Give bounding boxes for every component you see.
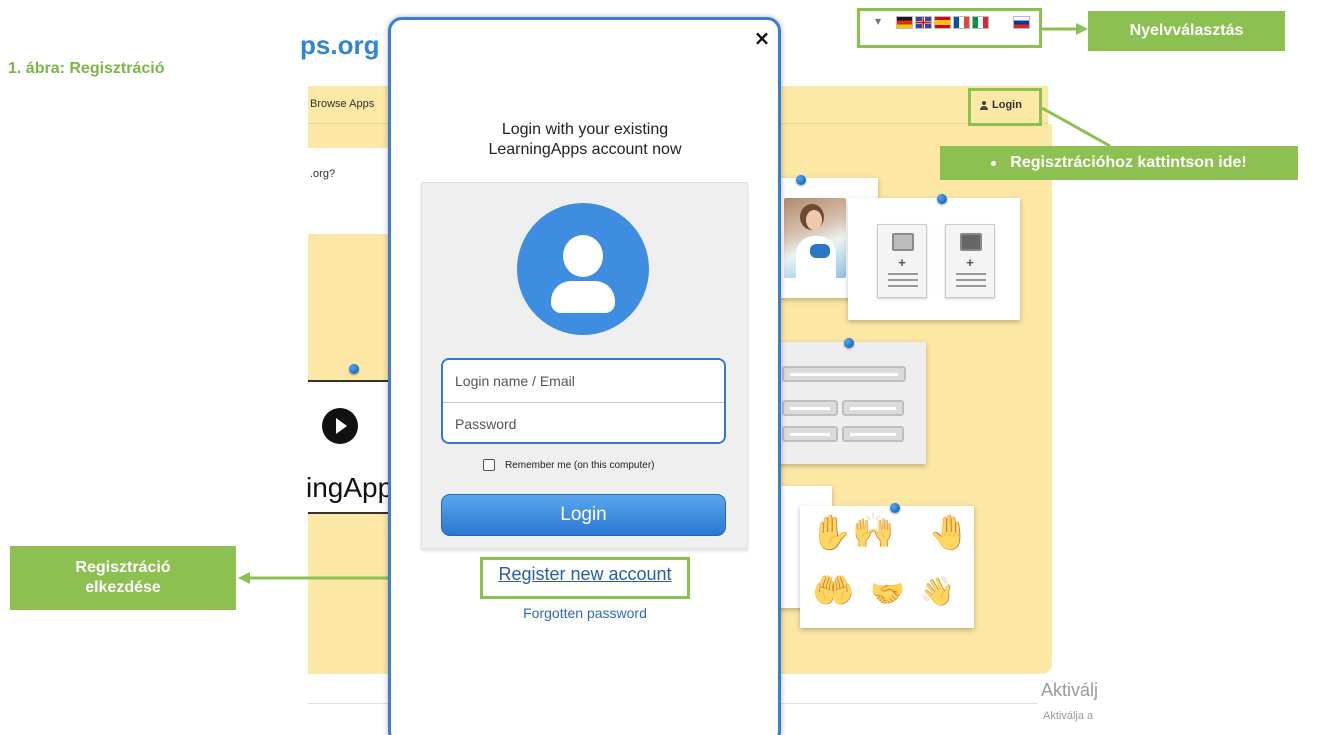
text-line	[956, 273, 986, 275]
password-input[interactable]	[443, 402, 724, 442]
de-flag-icon[interactable]	[896, 16, 913, 29]
plus-icon: +	[898, 255, 906, 270]
text-line	[888, 279, 918, 281]
modal-heading-line2: LearningApps account now	[488, 141, 682, 158]
activation-watermark-title: Aktiválj	[1041, 680, 1099, 700]
image-tile: +	[877, 224, 927, 298]
plus-icon: +	[966, 255, 974, 270]
text-line	[888, 273, 918, 275]
language-callout: Nyelvválasztás	[1088, 11, 1285, 51]
form-field-shape	[842, 426, 904, 442]
faq-question: .org?	[310, 168, 336, 180]
hand-icon: 👋	[920, 576, 955, 607]
play-icon[interactable]	[322, 408, 358, 444]
text-line	[888, 285, 918, 287]
hand-icon: 🤲	[812, 572, 855, 610]
bullet-icon	[991, 160, 997, 166]
video-tile: +	[945, 224, 995, 298]
faq-panel	[308, 148, 398, 234]
credentials-group	[441, 358, 726, 444]
clapperboard-icon	[960, 233, 982, 251]
user-avatar-icon	[517, 203, 649, 335]
activation-watermark-text: Aktiválja a	[1043, 710, 1094, 722]
register-click-callout-text: Regisztrációhoz kattintson ide!	[1010, 154, 1247, 171]
fr-flag-icon[interactable]	[953, 16, 970, 29]
gb-flag-icon[interactable]	[915, 16, 932, 29]
image-icon	[892, 233, 914, 251]
lab-photo-face	[806, 210, 822, 230]
it-flag-icon[interactable]	[972, 16, 989, 29]
register-new-account-link[interactable]: Register new account	[483, 564, 687, 585]
remember-me-checkbox[interactable]	[483, 459, 495, 471]
text-line	[956, 285, 986, 287]
lab-photo-glove	[810, 244, 830, 258]
hand-icon: 🤝	[870, 578, 905, 609]
screenshot-stage: ps.org Browse Apps Login .org? ingApp + …	[0, 0, 1323, 735]
ru-flag-icon[interactable]	[1013, 16, 1030, 29]
chevron-down-icon[interactable]: ▼	[875, 17, 881, 26]
form-field-shape	[782, 400, 838, 416]
form-field-shape	[782, 366, 906, 382]
remember-me-row[interactable]: Remember me (on this computer)	[483, 459, 655, 471]
pin-icon	[349, 364, 359, 374]
hand-icon: 🤚	[928, 514, 971, 552]
close-icon[interactable]: ×	[752, 27, 772, 49]
form-field-shape	[842, 400, 904, 416]
register-start-line2: elkezdése	[85, 579, 161, 596]
login-highlight-frame	[968, 88, 1042, 126]
forgotten-password-link[interactable]: Forgotten password	[480, 605, 690, 621]
modal-heading-line1: Login with your existing	[501, 121, 669, 138]
register-start-line1: Regisztráció	[75, 559, 171, 576]
pin-icon	[937, 194, 947, 204]
hand-icon: ✋	[810, 514, 853, 552]
login-button[interactable]: Login	[441, 494, 726, 536]
es-flag-icon[interactable]	[934, 16, 951, 29]
form-field-shape	[782, 426, 838, 442]
avatar-head	[563, 235, 603, 277]
arrow-head	[1076, 23, 1088, 35]
nav-browse-apps[interactable]: Browse Apps	[310, 98, 374, 110]
register-click-callout: Regisztrációhoz kattintson ide!	[940, 146, 1298, 180]
avatar-torso	[551, 281, 615, 313]
username-input[interactable]	[443, 360, 724, 402]
site-logo[interactable]: ps.org	[300, 30, 379, 61]
arrow-line	[1041, 106, 1111, 148]
pin-icon	[796, 175, 806, 185]
video-brand-text: ingApp	[306, 472, 394, 503]
remember-me-label: Remember me (on this computer)	[505, 459, 655, 471]
hands-icon: 🙌	[852, 512, 895, 550]
text-line	[956, 279, 986, 281]
figure-title: 1. ábra: Regisztráció	[8, 60, 165, 77]
register-start-callout: Regisztráció elkezdése	[10, 546, 236, 610]
arrow-head	[238, 572, 250, 584]
modal-heading: Login with your existing LearningApps ac…	[420, 120, 750, 160]
pin-icon	[844, 338, 854, 348]
